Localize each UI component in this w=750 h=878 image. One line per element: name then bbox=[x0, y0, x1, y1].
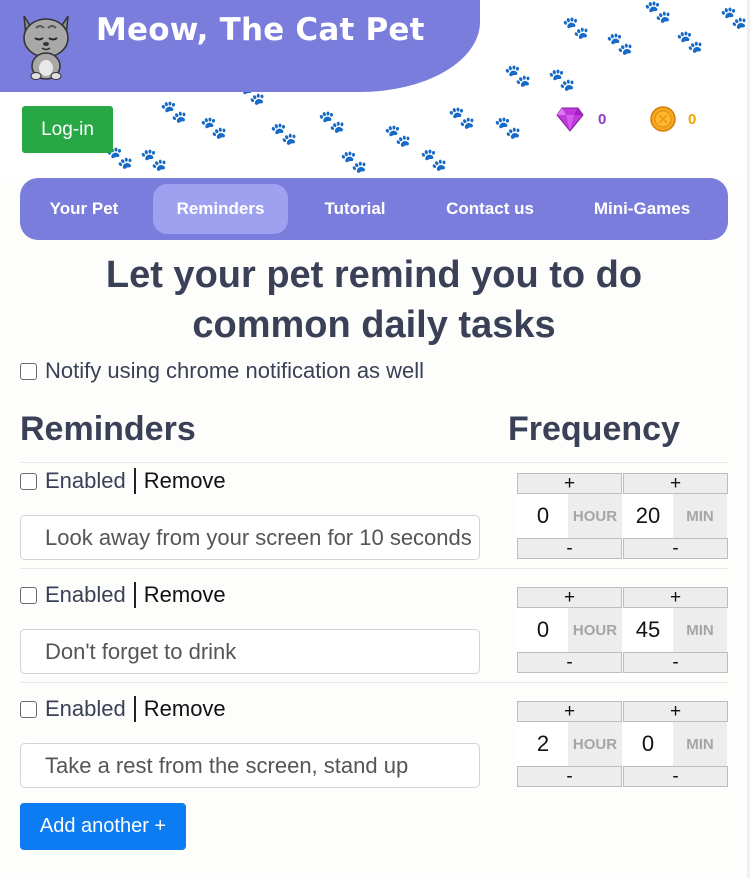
coin-count: 0 bbox=[688, 110, 697, 128]
paw-print-icon: 🐾 bbox=[504, 64, 532, 89]
divider bbox=[20, 682, 728, 683]
divider bbox=[20, 568, 728, 569]
min-increment-button[interactable]: + bbox=[623, 701, 728, 722]
enabled-checkbox[interactable] bbox=[20, 472, 37, 490]
paw-print-icon: 🐾 bbox=[720, 6, 748, 31]
hour-unit-label: HOUR bbox=[568, 494, 622, 538]
notify-checkbox[interactable] bbox=[20, 362, 37, 380]
paw-print-icon: 🐾 bbox=[270, 122, 298, 147]
hour-increment-button[interactable]: + bbox=[517, 701, 622, 722]
enabled-label: Enabled bbox=[45, 696, 126, 721]
hour-value[interactable]: 0 bbox=[518, 608, 568, 652]
paw-print-icon: 🐾 bbox=[420, 148, 448, 173]
hour-unit-label: HOUR bbox=[568, 722, 622, 766]
separator bbox=[133, 696, 136, 722]
frequency-picker: + + 0 HOUR 20 MIN - - bbox=[517, 473, 728, 588]
add-reminder-button[interactable]: Add another + bbox=[20, 803, 186, 850]
min-decrement-button[interactable]: - bbox=[623, 652, 728, 673]
min-unit-label: MIN bbox=[673, 608, 727, 652]
min-increment-button[interactable]: + bbox=[623, 587, 728, 608]
paw-print-icon: 🐾 bbox=[200, 116, 228, 141]
reminder-controls: Enabled Remove bbox=[20, 580, 226, 610]
min-value[interactable]: 20 bbox=[623, 494, 673, 538]
paw-print-icon: 🐾 bbox=[494, 116, 522, 141]
tab-your-pet[interactable]: Your Pet bbox=[32, 184, 136, 234]
separator bbox=[133, 582, 136, 608]
enabled-checkbox[interactable] bbox=[20, 586, 37, 604]
enabled-checkbox[interactable] bbox=[20, 700, 37, 718]
paw-print-icon: 🐾 bbox=[676, 30, 704, 55]
gem-counter: 0 bbox=[556, 106, 606, 132]
frequency-picker: + + 0 HOUR 45 MIN - - bbox=[517, 587, 728, 702]
page-title-line2: common daily tasks bbox=[192, 304, 556, 346]
paw-print-icon: 🐾 bbox=[340, 150, 368, 175]
min-decrement-button[interactable]: - bbox=[623, 538, 728, 559]
app-title: Meow, The Cat Pet bbox=[96, 12, 425, 48]
frequency-column-header: Frequency bbox=[508, 410, 680, 448]
main-nav: Your Pet Reminders Tutorial Contact us M… bbox=[20, 178, 728, 240]
paw-print-icon: 🐾 bbox=[318, 110, 346, 135]
min-value[interactable]: 0 bbox=[623, 722, 673, 766]
reminders-column-header: Reminders bbox=[20, 410, 196, 448]
paw-print-icon: 🐾 bbox=[644, 0, 672, 25]
gem-count: 0 bbox=[598, 110, 607, 128]
tab-mini-games[interactable]: Mini-Games bbox=[576, 184, 708, 234]
top-area: 🐾 🐾 🐾 🐾 🐾 🐾 🐾 🐾 🐾 🐾 🐾 🐾 🐾 🐾 🐾 🐾 🐾 🐾 🐾 Me… bbox=[0, 0, 750, 178]
min-increment-button[interactable]: + bbox=[623, 473, 728, 494]
cat-logo-icon bbox=[23, 15, 69, 80]
min-unit-label: MIN bbox=[673, 722, 727, 766]
reminder-controls: Enabled Remove bbox=[20, 466, 226, 496]
remove-link[interactable]: Remove bbox=[144, 468, 226, 494]
reminder-controls: Enabled Remove bbox=[20, 694, 226, 724]
paw-print-icon: 🐾 bbox=[448, 106, 476, 131]
min-decrement-button[interactable]: - bbox=[623, 766, 728, 787]
notify-chrome-option[interactable]: Notify using chrome notification as well bbox=[20, 356, 424, 386]
page-title: Let your pet remind you to do common dai… bbox=[20, 250, 728, 350]
remove-link[interactable]: Remove bbox=[144, 696, 226, 722]
divider bbox=[20, 462, 728, 463]
remove-link[interactable]: Remove bbox=[144, 582, 226, 608]
tab-contact-us[interactable]: Contact us bbox=[426, 184, 554, 234]
hour-increment-button[interactable]: + bbox=[517, 473, 622, 494]
paw-print-icon: 🐾 bbox=[606, 32, 634, 57]
paw-print-icon: 🐾 bbox=[548, 68, 576, 93]
reminder-text-input[interactable]: Don't forget to drink bbox=[20, 629, 480, 674]
min-unit-label: MIN bbox=[673, 494, 727, 538]
hour-decrement-button[interactable]: - bbox=[517, 652, 622, 673]
hour-decrement-button[interactable]: - bbox=[517, 538, 622, 559]
reminder-text-input[interactable]: Look away from your screen for 10 second… bbox=[20, 515, 480, 560]
hour-value[interactable]: 0 bbox=[518, 494, 568, 538]
paw-print-icon: 🐾 bbox=[140, 148, 168, 173]
enabled-label: Enabled bbox=[45, 582, 126, 607]
paw-print-icon: 🐾 bbox=[160, 100, 188, 125]
paw-print-icon: 🐾 bbox=[384, 124, 412, 149]
hour-increment-button[interactable]: + bbox=[517, 587, 622, 608]
login-button[interactable]: Log-in bbox=[22, 106, 113, 153]
paw-print-icon: 🐾 bbox=[562, 16, 590, 41]
hour-decrement-button[interactable]: - bbox=[517, 766, 622, 787]
hour-value[interactable]: 2 bbox=[518, 722, 568, 766]
hour-unit-label: HOUR bbox=[568, 608, 622, 652]
page-title-line1: Let your pet remind you to do bbox=[105, 254, 643, 296]
tab-reminders[interactable]: Reminders bbox=[153, 184, 288, 234]
enabled-label: Enabled bbox=[45, 468, 126, 493]
tab-tutorial[interactable]: Tutorial bbox=[304, 184, 406, 234]
frequency-picker: + + 2 HOUR 0 MIN - - bbox=[517, 701, 728, 816]
gem-icon bbox=[556, 107, 584, 132]
reminder-text-input[interactable]: Take a rest from the screen, stand up bbox=[20, 743, 480, 788]
separator bbox=[133, 468, 136, 494]
min-value[interactable]: 45 bbox=[623, 608, 673, 652]
coin-counter: 0 bbox=[650, 106, 696, 132]
notify-label: Notify using chrome notification as well bbox=[45, 358, 425, 383]
coin-icon bbox=[650, 106, 676, 132]
